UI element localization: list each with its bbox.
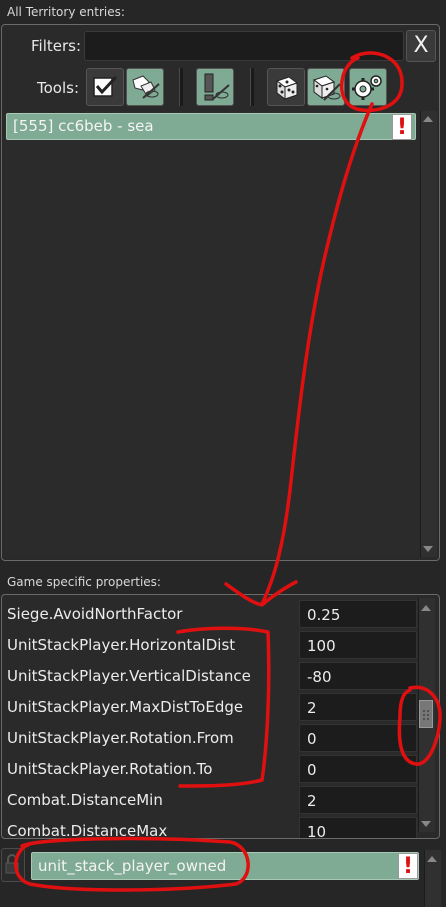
scroll-up-icon[interactable]	[420, 112, 436, 126]
property-value-field[interactable]: 100	[299, 631, 417, 659]
dice-icon	[275, 76, 299, 100]
lock-icon	[5, 854, 19, 874]
scroll-up-icon[interactable]	[418, 601, 434, 615]
property-name: Combat.DistanceMin	[7, 791, 163, 809]
properties-panel: Siege.AvoidNorthFactor 0.25 UnitStackPlaye…	[1, 594, 440, 839]
scroll-up-icon[interactable]	[424, 852, 440, 866]
clear-filter-button[interactable]: X	[406, 30, 436, 62]
tool-checklist-button[interactable]	[86, 68, 124, 106]
tool-hide-warnings-button[interactable]	[196, 68, 234, 106]
property-name: Combat.DistanceMax	[7, 822, 168, 839]
hide-shapes-icon	[132, 75, 160, 99]
grip-icon	[423, 710, 429, 720]
property-name: UnitStackPlayer.HorizontalDist	[7, 636, 236, 654]
territory-list	[5, 111, 421, 557]
property-name: UnitStackPlayer.MaxDistToEdge	[7, 698, 244, 716]
tools-label: Tools:	[37, 79, 80, 97]
dice-hidden-icon	[312, 75, 341, 101]
property-value-field[interactable]: -80	[299, 662, 417, 690]
property-value-field[interactable]: 2	[299, 786, 417, 814]
tool-settings-button[interactable]	[349, 68, 387, 106]
warning-icon: !	[398, 853, 418, 879]
warning-icon: !	[392, 114, 412, 140]
property-value-field[interactable]: 0	[299, 724, 417, 752]
properties-scrollbar-thumb[interactable]	[419, 700, 433, 728]
scroll-down-icon[interactable]	[418, 817, 434, 831]
toolbar-separator	[179, 68, 183, 106]
toolbar-separator	[250, 68, 254, 106]
property-value-field[interactable]: 0	[299, 755, 417, 783]
tool-dice-hidden-button[interactable]	[307, 68, 345, 106]
properties-section-title: Game specific properties:	[7, 575, 161, 589]
gears-icon	[352, 75, 382, 100]
territory-entry-label: [555] cc6beb - sea	[13, 117, 154, 135]
property-name: UnitStackPlayer.Rotation.To	[7, 760, 213, 778]
territory-list-scrollbar[interactable]	[420, 111, 437, 557]
scroll-down-icon[interactable]	[420, 542, 436, 556]
property-value-field[interactable]: 2	[299, 693, 417, 721]
filters-label: Filters:	[31, 37, 82, 55]
property-name: UnitStackPlayer.Rotation.From	[7, 729, 234, 747]
filter-input[interactable]	[84, 31, 404, 61]
bottom-entry[interactable]: unit_stack_player_owned	[31, 852, 419, 880]
tool-dice-button[interactable]	[267, 68, 305, 106]
lock-button[interactable]	[1, 848, 25, 882]
tool-hide-shapes-button[interactable]	[126, 68, 164, 106]
property-name: Siege.AvoidNorthFactor	[7, 605, 183, 623]
territory-entry[interactable]: [555] cc6beb - sea	[6, 113, 416, 140]
bottom-entry-label: unit_stack_player_owned	[38, 857, 227, 875]
checklist-icon	[93, 75, 118, 97]
property-value-field[interactable]: 10	[299, 817, 417, 838]
territory-section-title: All Territory entries:	[7, 5, 125, 19]
property-value-field[interactable]: 0.25	[299, 600, 417, 628]
hide-warnings-icon	[204, 73, 230, 101]
property-name: UnitStackPlayer.VerticalDistance	[7, 667, 251, 685]
